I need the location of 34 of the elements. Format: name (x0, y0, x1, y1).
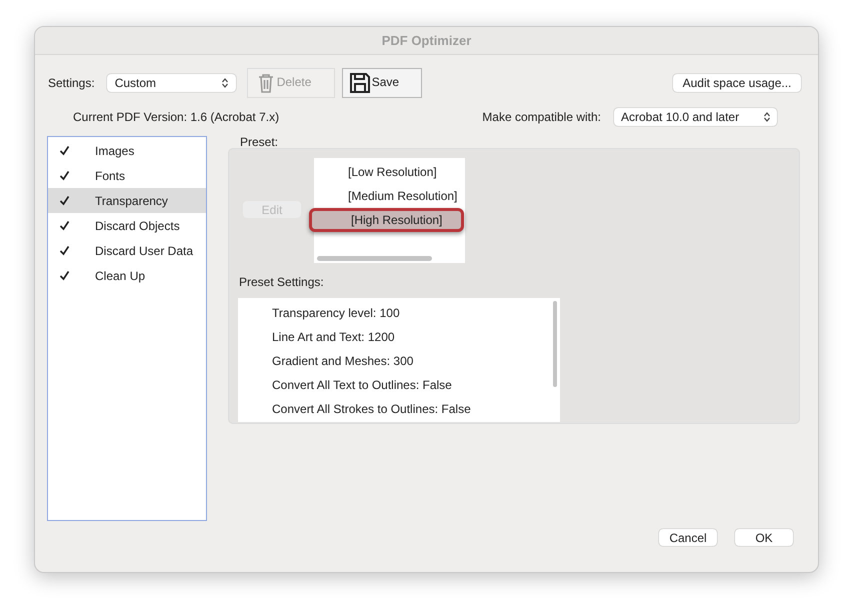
toolbar-button[interactable]: Save (342, 68, 422, 98)
panel-item[interactable]: Discard User Data (48, 238, 206, 263)
stepper-icon (764, 112, 770, 122)
preset-item[interactable]: [Low Resolution] (314, 160, 465, 184)
panel-item[interactable]: Fonts (48, 163, 206, 188)
window-title: PDF Optimizer (382, 32, 472, 50)
panel-item[interactable]: Clean Up (48, 263, 206, 288)
setting-line: Convert All Text to Outlines: False (271, 377, 453, 394)
checkbox[interactable] (58, 170, 70, 182)
setting-line: Convert All Strokes to Outlines: False (271, 401, 472, 418)
checkbox[interactable] (58, 244, 70, 256)
dialog-button[interactable]: Cancel (659, 529, 717, 546)
panel-item[interactable]: Images (48, 138, 206, 163)
setting-line: Line Art and Text: 1200 (271, 329, 396, 346)
compatibility-dropdown[interactable]: Acrobat 10.0 and later (614, 108, 777, 126)
panel-item[interactable]: Transparency (48, 188, 206, 213)
dialog-button[interactable]: OK (735, 529, 793, 546)
version-text: Current PDF Version: 1.6 (Acrobat 7.x) (73, 109, 280, 126)
checkbox[interactable] (58, 194, 70, 206)
audit-button[interactable]: Audit space usage... (673, 74, 801, 92)
settings-dropdown[interactable]: Custom (106, 74, 236, 92)
preset-item[interactable]: [High Resolution] (309, 208, 464, 232)
preset-label: Preset: (240, 136, 280, 148)
preset-item[interactable]: [Medium Resolution] (314, 184, 465, 208)
compatible-label: Make compatible with: (482, 109, 601, 126)
panel-item[interactable]: Discard Objects (48, 213, 206, 238)
settings-label: Settings: (48, 75, 95, 92)
checkbox[interactable] (58, 220, 70, 232)
stepper-icon (222, 78, 228, 88)
checkbox[interactable] (58, 270, 70, 282)
setting-line: Gradient and Meshes: 300 (271, 353, 414, 370)
setting-line: Transparency level: 100 (271, 305, 401, 322)
preset-settings-label: Preset Settings: (239, 274, 325, 291)
checkbox[interactable] (58, 144, 70, 156)
